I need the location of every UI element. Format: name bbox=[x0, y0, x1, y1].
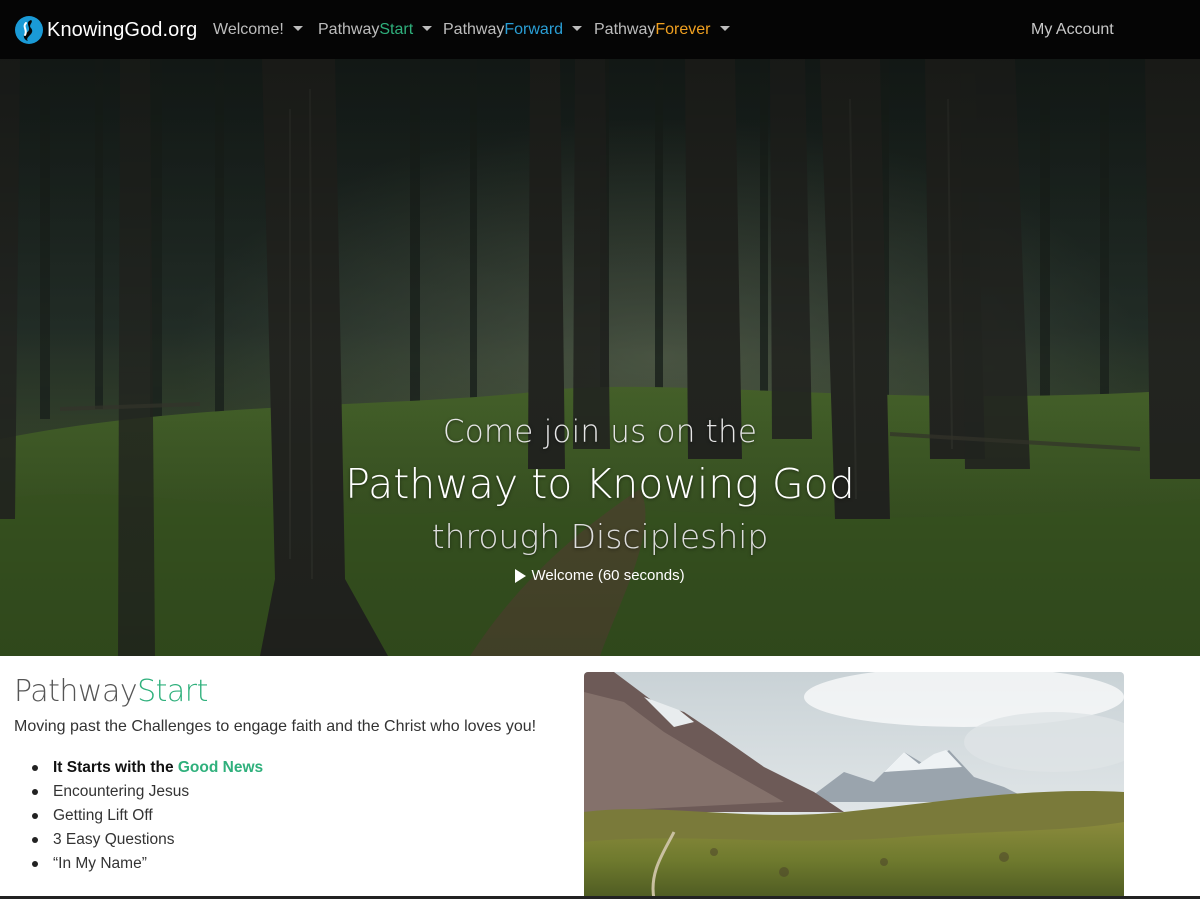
section-title-prefix: Pathway bbox=[14, 674, 138, 709]
my-account-link[interactable]: My Account bbox=[1031, 20, 1114, 40]
list-item-3-easy-questions[interactable]: 3 Easy Questions bbox=[31, 830, 263, 854]
pathway-start-title: PathwayStart bbox=[14, 674, 208, 709]
top-navbar: KnowingGod.org Welcome! Pathway Start Pat… bbox=[0, 0, 1200, 59]
hero-subheadline: through Discipleship bbox=[431, 517, 769, 556]
brand-link[interactable]: KnowingGod.org bbox=[14, 14, 197, 46]
welcome-video-link[interactable]: Welcome (60 seconds) bbox=[0, 567, 1200, 584]
hero-intro-text: Come join us on the bbox=[442, 414, 758, 450]
nav-pathway-forward-dropdown[interactable]: Pathway Forward bbox=[443, 20, 583, 40]
caret-down-icon bbox=[422, 26, 433, 31]
nav-start-prefix: Pathway bbox=[318, 21, 380, 38]
caret-down-icon bbox=[292, 26, 303, 31]
logo-icon bbox=[15, 16, 43, 44]
caret-down-icon bbox=[719, 26, 730, 31]
welcome-video-label: Welcome (60 seconds) bbox=[531, 567, 685, 584]
caret-down-icon bbox=[572, 26, 583, 31]
mountain-landscape-image bbox=[584, 672, 1124, 899]
play-icon bbox=[515, 568, 527, 583]
nav-start-accent: Start bbox=[379, 21, 414, 38]
list-item-encountering-jesus[interactable]: Encountering Jesus bbox=[31, 782, 263, 806]
nav-welcome-dropdown[interactable]: Welcome! bbox=[213, 20, 303, 40]
nav-forever-accent: Forever bbox=[655, 21, 711, 38]
list-item-getting-lift-off[interactable]: Getting Lift Off bbox=[31, 806, 263, 830]
nav-forward-accent: Forward bbox=[504, 21, 564, 38]
list-item-in-my-name[interactable]: “In My Name” bbox=[31, 854, 263, 878]
good-news-link[interactable]: Good News bbox=[178, 759, 263, 776]
section-description: Moving past the Challenges to engage fai… bbox=[14, 718, 537, 735]
nav-forward-prefix: Pathway bbox=[443, 21, 505, 38]
brand-name: KnowingGod.org bbox=[47, 18, 198, 41]
section-title-accent: Start bbox=[137, 674, 208, 709]
nav-pathway-start-dropdown[interactable]: Pathway Start bbox=[318, 20, 433, 40]
hero-headline: Pathway to Knowing God bbox=[345, 460, 855, 508]
nav-welcome-label: Welcome! bbox=[213, 21, 284, 38]
nav-forever-prefix: Pathway bbox=[594, 21, 656, 38]
list-item-text: It Starts with the bbox=[53, 759, 178, 776]
list-item-good-news[interactable]: It Starts with the Good News bbox=[31, 758, 263, 782]
nav-pathway-forever-dropdown[interactable]: Pathway Forever bbox=[594, 20, 730, 40]
pathway-start-list: It Starts with the Good News Encounterin… bbox=[31, 758, 263, 878]
hero-banner: Come join us on the Pathway to Knowing G… bbox=[0, 59, 1200, 656]
